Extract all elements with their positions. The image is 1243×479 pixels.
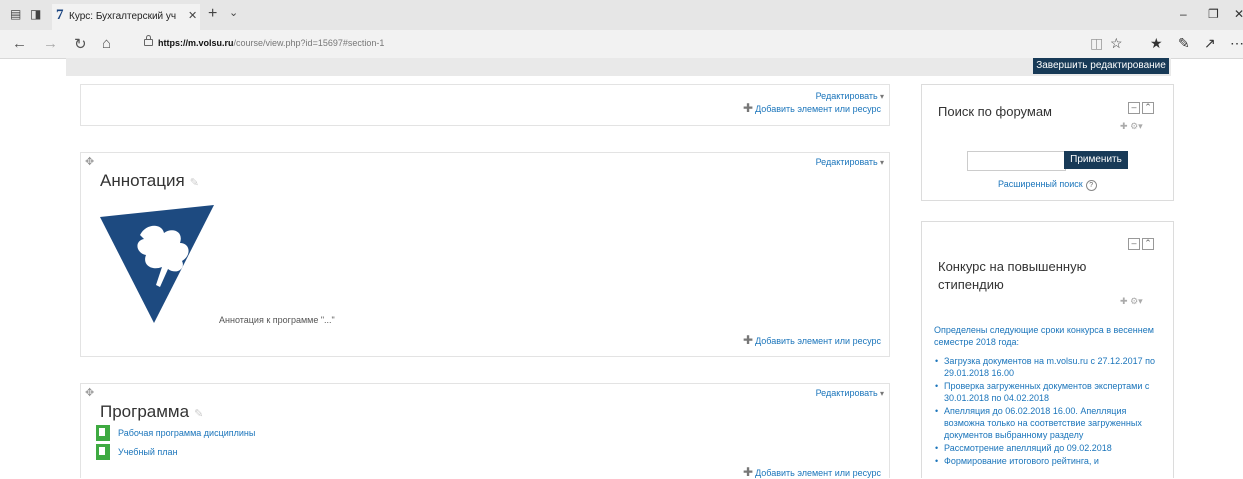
edit-menu-link[interactable]: Редактировать <box>816 91 884 101</box>
tab-dropdown-icon[interactable]: ⌄ <box>229 6 238 19</box>
advanced-search-link[interactable]: Расширенный поиск? <box>998 179 1097 191</box>
collapse-icon[interactable]: – <box>1128 238 1140 250</box>
resource-link[interactable]: Рабочая программа дисциплины <box>118 428 255 438</box>
help-icon[interactable]: ? <box>1085 180 1097 191</box>
url-path: /course/view.php?id=15697#section-1 <box>233 38 385 48</box>
finish-editing-button[interactable]: Завершить редактирование <box>1033 58 1169 74</box>
section-title-text: Аннотация <box>100 171 185 190</box>
annotation-label-text: Аннотация к программе "..." <box>219 315 335 325</box>
close-icon[interactable]: ✕ <box>188 9 197 22</box>
gear-icon[interactable]: ⚙ <box>1130 296 1138 306</box>
collapse-icon[interactable]: – <box>1128 102 1140 114</box>
file-icon <box>96 444 110 460</box>
browser-tab-bar: ▤ ◨ 7 Курс: Бухгалтерский уч ✕ + ⌄ – ❐ ✕ <box>0 0 1243 30</box>
university-logo <box>100 205 214 323</box>
dock-icon[interactable]: ⌃ <box>1142 238 1154 250</box>
notes-icon[interactable]: ✎ <box>1178 35 1190 52</box>
restore-icon[interactable]: ❐ <box>1208 7 1219 21</box>
move-icon[interactable]: ✥ <box>85 386 94 399</box>
add-activity-link[interactable]: ✚ Добавить элемент или ресурс <box>743 101 881 115</box>
list-item: Загрузка документов на m.volsu.ru с 27.1… <box>934 355 1166 379</box>
list-item: Формирование итогового рейтинга, и <box>934 455 1166 467</box>
minimize-icon[interactable]: – <box>1180 7 1187 21</box>
move-icon[interactable]: ✚ <box>1120 296 1128 306</box>
resource-item[interactable]: Учебный план <box>96 443 178 461</box>
course-section-program: ✥ Редактировать Программа ✎ Рабочая прогр… <box>80 383 890 479</box>
section-title: Аннотация ✎ <box>100 171 199 191</box>
list-item: Проверка загруженных документов эксперта… <box>934 380 1166 404</box>
add-activity-label: Добавить элемент или ресурс <box>755 104 881 114</box>
browser-nav-bar: ← → ↻ ⌂ https://m.volsu.ru/course/view.p… <box>0 30 1243 59</box>
add-activity-label: Добавить элемент или ресурс <box>755 336 881 346</box>
contest-intro: Определены следующие сроки конкурса в ве… <box>934 325 1154 347</box>
move-icon[interactable]: ✥ <box>85 155 94 168</box>
section-title-text: Программа <box>100 402 190 421</box>
resource-link[interactable]: Учебный план <box>118 447 178 457</box>
home-icon[interactable]: ⌂ <box>102 35 111 52</box>
advanced-search-label: Расширенный поиск <box>998 179 1083 189</box>
tab-preview-icon[interactable]: ▤ <box>10 7 21 21</box>
file-icon <box>96 425 110 441</box>
lock-icon <box>144 35 153 46</box>
block-title-line2: стипендию <box>938 277 1004 292</box>
move-icon[interactable]: ✚ <box>1120 121 1128 131</box>
course-section-general: Редактировать ✚Добавить элемент или ресу… <box>80 84 890 126</box>
page-top-strip <box>66 58 1171 76</box>
refresh-icon[interactable]: ↻ <box>74 35 87 53</box>
block-actions[interactable]: ✚ ⚙▾ <box>1120 121 1143 132</box>
plus-icon: ✚ <box>743 333 754 347</box>
forum-search-input[interactable] <box>967 151 1066 171</box>
new-tab-icon[interactable]: + <box>208 5 217 23</box>
resource-item[interactable]: Рабочая программа дисциплины <box>96 424 255 442</box>
more-icon[interactable]: ⋯ <box>1230 35 1243 52</box>
window-close-icon[interactable]: ✕ <box>1234 7 1243 21</box>
course-section-annotation: ✥ Редактировать Аннотация ✎ Аннотация к п… <box>80 152 890 357</box>
block-title: Поиск по форумам <box>938 104 1052 119</box>
forum-search-block: Поиск по форумам – ⌃ ✚ ⚙▾ Применить Расш… <box>921 84 1174 201</box>
pencil-icon[interactable]: ✎ <box>190 177 199 189</box>
contest-deadlines-list: Загрузка документов на m.volsu.ru с 27.1… <box>934 355 1166 468</box>
dock-icon[interactable]: ⌃ <box>1142 102 1154 114</box>
tab-title: Курс: Бухгалтерский уч <box>69 11 177 22</box>
list-item: Апелляция до 06.02.2018 16.00. Апелляция… <box>934 405 1166 441</box>
edit-menu-link[interactable]: Редактировать <box>816 157 884 167</box>
share-icon[interactable]: ↗ <box>1204 35 1216 52</box>
favorites-icon[interactable]: ★ <box>1150 35 1163 52</box>
list-item: Рассмотрение апелляций до 09.02.2018 <box>934 442 1166 454</box>
favorite-star-icon[interactable]: ☆ <box>1110 35 1123 52</box>
site-favicon: 7 <box>56 7 64 23</box>
block-actions[interactable]: ✚ ⚙▾ <box>1120 296 1143 307</box>
address-bar[interactable]: https://m.volsu.ru/course/view.php?id=15… <box>158 38 384 48</box>
plus-icon: ✚ <box>743 101 754 115</box>
forward-icon[interactable]: → <box>43 35 58 52</box>
chevron-down-icon[interactable]: ▾ <box>1138 121 1143 131</box>
section-title: Программа ✎ <box>100 402 203 422</box>
tab-set-aside-icon[interactable]: ◨ <box>30 7 41 21</box>
url-host: https://m.volsu.ru <box>158 38 234 48</box>
apply-button[interactable]: Применить <box>1064 151 1128 169</box>
add-activity-link[interactable]: ✚ Добавить элемент или ресурс <box>743 333 881 347</box>
browser-tab[interactable]: 7 Курс: Бухгалтерский уч ✕ <box>52 4 200 30</box>
edit-menu-link[interactable]: Редактировать <box>816 388 884 398</box>
chevron-down-icon[interactable]: ▾ <box>1138 296 1143 306</box>
pencil-icon[interactable]: ✎ <box>194 408 203 420</box>
back-icon[interactable]: ← <box>12 35 27 52</box>
reading-view-icon[interactable]: ◫ <box>1090 35 1103 52</box>
block-title-line1: Конкурс на повышенную <box>938 259 1087 274</box>
scholarship-contest-block: – ⌃ Конкурс на повышенную стипендию ✚ ⚙▾… <box>921 221 1174 478</box>
gear-icon[interactable]: ⚙ <box>1130 121 1138 131</box>
